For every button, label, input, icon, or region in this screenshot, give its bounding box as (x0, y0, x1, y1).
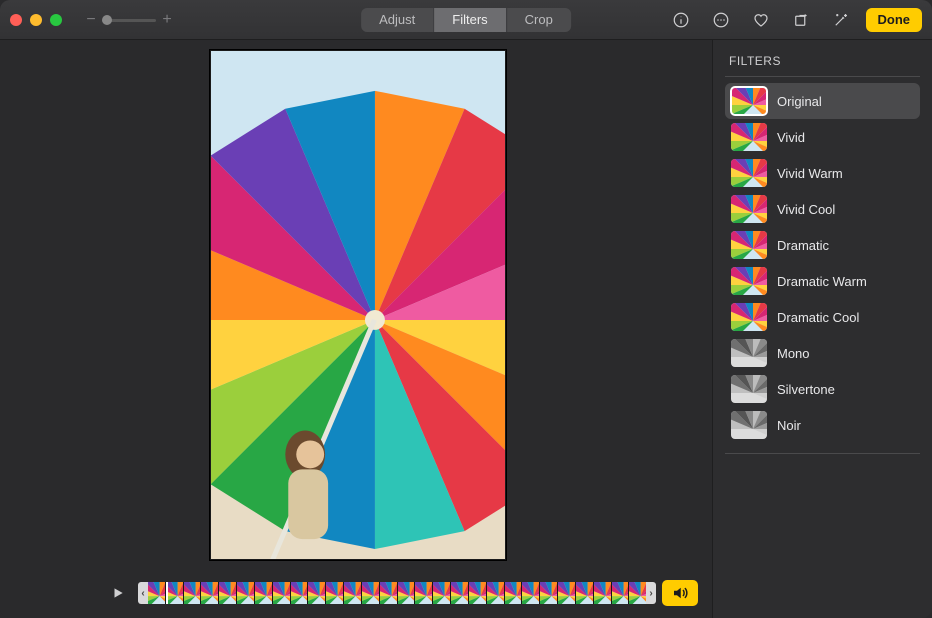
filter-item-dramatic-cool[interactable]: Dramatic Cool (725, 299, 920, 335)
divider (725, 76, 920, 77)
timeline-frame (290, 582, 308, 604)
video-timeline: ‹ › (104, 578, 698, 608)
timeline-frame (254, 582, 272, 604)
filter-thumbnail (731, 87, 767, 115)
divider (725, 453, 920, 454)
timeline-frame (218, 582, 236, 604)
toolbar-right: Done (666, 7, 923, 33)
filter-label: Vivid Warm (777, 166, 843, 181)
clip-frames (148, 582, 646, 604)
filter-label: Silvertone (777, 382, 835, 397)
filter-label: Original (777, 94, 822, 109)
filter-label: Dramatic Warm (777, 274, 867, 289)
timeline-frame (343, 582, 361, 604)
more-icon[interactable] (706, 7, 736, 33)
timeline-frame (611, 582, 629, 604)
timeline-frame (183, 582, 201, 604)
filter-item-noir[interactable]: Noir (725, 407, 920, 443)
filter-label: Dramatic (777, 238, 829, 253)
filter-thumbnail (731, 411, 767, 439)
timeline-frame (593, 582, 611, 604)
filter-item-vivid-warm[interactable]: Vivid Warm (725, 155, 920, 191)
filter-item-vivid[interactable]: Vivid (725, 119, 920, 155)
info-icon[interactable] (666, 7, 696, 33)
timeline-frame (521, 582, 539, 604)
zoom-control: − + (84, 11, 174, 29)
timeline-frame (325, 582, 343, 604)
content-area: ‹ › FILTERS (0, 40, 932, 618)
filter-label: Vivid (777, 130, 805, 145)
trim-handle-left[interactable]: ‹ (138, 582, 148, 604)
filter-label: Dramatic Cool (777, 310, 859, 325)
zoom-out-icon[interactable]: − (84, 11, 98, 29)
filter-thumbnail (731, 123, 767, 151)
timeline-frame (468, 582, 486, 604)
filter-label: Vivid Cool (777, 202, 835, 217)
timeline-frame (236, 582, 254, 604)
filters-sidebar: FILTERS Original (712, 40, 932, 618)
favorite-icon[interactable] (746, 7, 776, 33)
timeline-frame (414, 582, 432, 604)
done-button[interactable]: Done (866, 8, 923, 32)
timeline-frame (628, 582, 646, 604)
filter-item-dramatic[interactable]: Dramatic (725, 227, 920, 263)
tab-filters[interactable]: Filters (433, 8, 505, 32)
timeline-frame (379, 582, 397, 604)
volume-button[interactable] (662, 580, 698, 606)
rotate-icon[interactable] (786, 7, 816, 33)
filter-label: Noir (777, 418, 801, 433)
close-window-button[interactable] (10, 14, 22, 26)
auto-enhance-icon[interactable] (826, 7, 856, 33)
playhead[interactable] (166, 582, 168, 604)
timeline-frame (361, 582, 379, 604)
tab-adjust[interactable]: Adjust (361, 8, 433, 32)
timeline-frame (557, 582, 575, 604)
timeline-frame (486, 582, 504, 604)
filter-thumbnail (731, 267, 767, 295)
trim-handle-right[interactable]: › (646, 582, 656, 604)
minimize-window-button[interactable] (30, 14, 42, 26)
zoom-window-button[interactable] (50, 14, 62, 26)
timeline-frame (539, 582, 557, 604)
timeline-frame (272, 582, 290, 604)
timeline-frame (200, 582, 218, 604)
zoom-slider[interactable] (102, 13, 156, 27)
timeline-frame (148, 582, 165, 604)
filter-item-vivid-cool[interactable]: Vivid Cool (725, 191, 920, 227)
filter-item-silvertone[interactable]: Silvertone (725, 371, 920, 407)
timeline-frame (450, 582, 468, 604)
filter-label: Mono (777, 346, 810, 361)
timeline-frame (307, 582, 325, 604)
sidebar-title: FILTERS (729, 54, 920, 68)
filter-thumbnail (731, 195, 767, 223)
filter-item-mono[interactable]: Mono (725, 335, 920, 371)
filter-thumbnail (731, 339, 767, 367)
play-button[interactable] (104, 581, 132, 605)
filter-thumbnail (731, 159, 767, 187)
filter-item-original[interactable]: Original (725, 83, 920, 119)
photo-preview[interactable] (210, 50, 506, 560)
window-traffic-lights (10, 14, 62, 26)
timeline-frame (432, 582, 450, 604)
filter-list: Original Vivid (725, 83, 920, 443)
timeline-frame (575, 582, 593, 604)
titlebar: − + Adjust Filters Crop (0, 0, 932, 40)
clip-trimmer[interactable]: ‹ › (138, 582, 656, 604)
photos-edit-window: − + Adjust Filters Crop (0, 0, 932, 618)
canvas-area: ‹ › (0, 40, 712, 618)
edit-mode-segmented-control: Adjust Filters Crop (361, 8, 571, 32)
filter-thumbnail (731, 231, 767, 259)
timeline-frame (504, 582, 522, 604)
filter-thumbnail (731, 375, 767, 403)
timeline-frame (397, 582, 415, 604)
zoom-in-icon[interactable]: + (160, 11, 174, 29)
filter-item-dramatic-warm[interactable]: Dramatic Warm (725, 263, 920, 299)
filter-thumbnail (731, 303, 767, 331)
tab-crop[interactable]: Crop (506, 8, 571, 32)
